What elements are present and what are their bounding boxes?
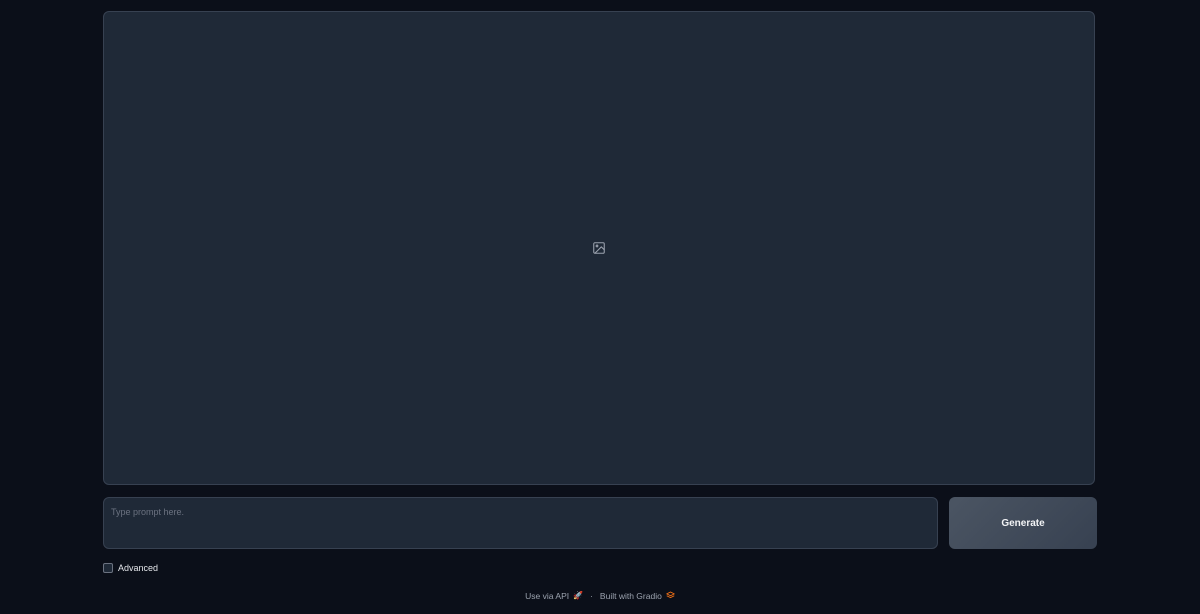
built-with-gradio-link[interactable]: Built with Gradio (600, 591, 675, 601)
image-icon (592, 241, 606, 255)
use-via-api-label: Use via API (525, 591, 570, 601)
generate-button[interactable]: Generate (949, 497, 1097, 549)
gradio-logo-icon (666, 591, 675, 601)
advanced-toggle[interactable]: Advanced (103, 562, 158, 574)
prompt-input[interactable] (111, 506, 930, 540)
use-via-api-link[interactable]: Use via API 🚀 (525, 591, 583, 601)
image-output-panel (103, 11, 1095, 485)
rocket-icon: 🚀 (573, 591, 584, 600)
footer: Use via API 🚀 · Built with Gradio (0, 590, 1200, 602)
advanced-label: Advanced (118, 563, 159, 573)
footer-separator: · (590, 591, 593, 601)
app-root: Generate Advanced Use via API 🚀 · Built … (0, 0, 1200, 614)
built-with-gradio-label: Built with Gradio (599, 591, 662, 601)
advanced-checkbox[interactable] (103, 563, 113, 573)
prompt-input-container (103, 497, 938, 549)
